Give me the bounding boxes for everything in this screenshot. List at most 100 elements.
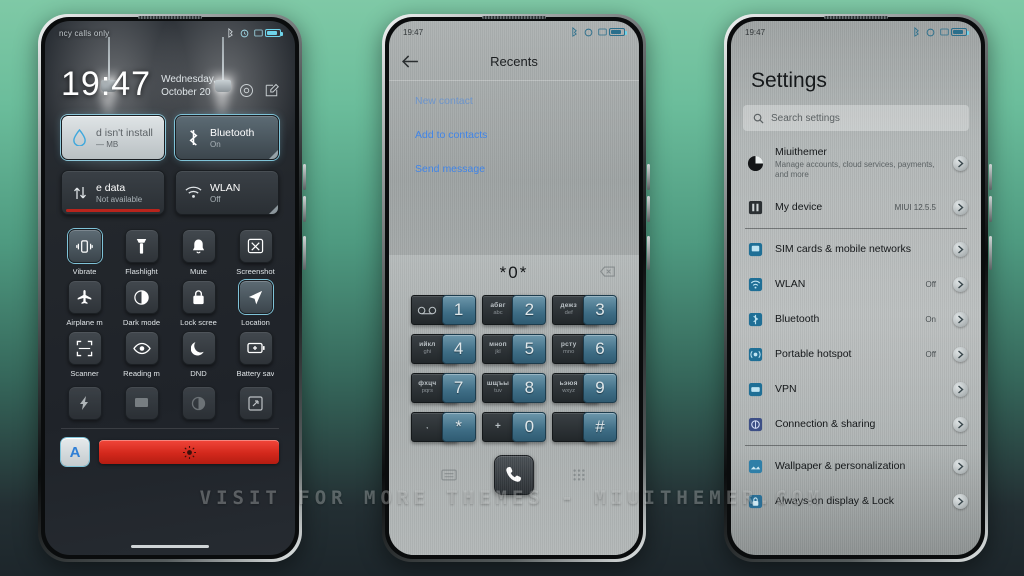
settings-list: Miuithemer Manage accounts, cloud servic… [731, 137, 981, 519]
vibrate-icon [67, 229, 102, 263]
key-3[interactable]: дежз def 3 [552, 295, 617, 325]
row-label: Portable hotspot [775, 348, 852, 361]
key-hash[interactable]: # [552, 412, 617, 442]
tile-mobile-data[interactable]: e data Not available [61, 170, 165, 215]
volume-down-button[interactable] [303, 196, 306, 222]
qs-label: Reading m [123, 369, 160, 378]
lockscreen-clock-row: 19:47 Wednesday, October 20 [45, 45, 295, 101]
qs-label: Airplane m [66, 318, 103, 327]
key-digit: 0 [512, 412, 547, 442]
chevron-right-icon [953, 416, 968, 432]
screenshot-icon [598, 28, 607, 36]
key-5[interactable]: мноп jkl 5 [481, 334, 547, 364]
qs-dnd[interactable]: DND [171, 331, 226, 378]
key-2[interactable]: абвг abc 2 [481, 295, 547, 325]
phone-control-center: ncy calls only 19:47 Wednesday, October … [38, 14, 306, 562]
qs-cast[interactable] [114, 386, 169, 420]
search-input[interactable]: Search settings [743, 105, 969, 131]
carrier-label: ncy calls only [59, 28, 110, 38]
qs-dark-mode[interactable]: Dark mode [114, 280, 169, 327]
call-button[interactable] [493, 455, 534, 495]
qs-reading-mode[interactable]: Reading m [114, 331, 169, 378]
dialed-number[interactable]: *0* [500, 263, 529, 283]
tile-sub: — MB [96, 139, 119, 149]
qs-scanner[interactable]: Scanner [57, 331, 112, 378]
volume-down-button[interactable] [989, 196, 992, 222]
settings-row-wlan[interactable]: WLAN Off [731, 267, 981, 302]
bolt-icon [67, 386, 102, 420]
key-cyrillic: дежз [560, 302, 577, 310]
qs-battery-saver[interactable]: Battery sav [228, 331, 283, 378]
settings-gear-icon[interactable] [239, 83, 254, 98]
auto-brightness-button[interactable]: A [61, 438, 89, 466]
settings-row-bluetooth[interactable]: Bluetooth On [731, 302, 981, 337]
action-send-message[interactable]: Send message [415, 163, 613, 175]
page-title: Settings [751, 69, 827, 92]
flashlight-icon [124, 229, 159, 263]
settings-row-aod-lock[interactable]: Always-on display & Lock [731, 484, 981, 519]
qs-label: Mute [190, 267, 207, 276]
volume-up-button[interactable] [989, 164, 992, 190]
backspace-icon[interactable] [600, 266, 615, 277]
volume-up-button[interactable] [647, 164, 650, 190]
tile-mobile-data-usage[interactable]: d isn't install — MB [61, 115, 165, 160]
earpiece-speaker-icon [824, 16, 888, 19]
power-button[interactable] [303, 236, 306, 270]
key-6[interactable]: рсту mno 6 [552, 334, 617, 364]
bell-icon [181, 229, 216, 263]
tile-title: Bluetooth [210, 126, 255, 139]
settings-row-sim-cards[interactable]: SIM cards & mobile networks [731, 232, 981, 267]
qs-screenshot[interactable]: Screenshot [228, 229, 283, 276]
lock-icon [181, 280, 216, 314]
data-drop-icon [71, 129, 88, 146]
qs-expand[interactable] [228, 386, 283, 420]
key-1[interactable]: 1 [411, 295, 476, 325]
qs-label: Screenshot [236, 267, 275, 276]
settings-row-wallpaper[interactable]: Wallpaper & personalization [731, 449, 981, 484]
key-cyrillic: ьэюя [559, 380, 578, 388]
key-digit: 6 [582, 334, 617, 364]
key-4[interactable]: ийкл ghi 4 [411, 334, 476, 364]
tile-bluetooth[interactable]: Bluetooth On [175, 115, 279, 160]
dialpad-icon[interactable] [571, 468, 587, 482]
chevron-right-icon [953, 381, 968, 397]
account-avatar-icon [747, 155, 764, 172]
tile-wlan[interactable]: WLAN Off [175, 170, 279, 215]
key-0[interactable]: +0 [481, 412, 547, 442]
key-9[interactable]: ьэюя wxyz 9 [552, 373, 617, 403]
bluetooth-icon [228, 28, 234, 38]
edit-icon[interactable] [264, 83, 279, 98]
power-button[interactable] [989, 236, 992, 270]
qs-vibrate[interactable]: Vibrate [57, 229, 112, 276]
key-star[interactable]: , * [411, 412, 476, 442]
key-digit: 9 [582, 373, 617, 403]
tile-disabled-bar [66, 209, 160, 212]
qs-airplane[interactable]: Airplane m [57, 280, 112, 327]
qs-bolt[interactable] [57, 386, 112, 420]
action-new-contact[interactable]: New contact [415, 95, 613, 107]
quick-settings-grid: Vibrate Flashlight Mute Screenshot Airpl… [45, 215, 295, 378]
settings-row-connection-sharing[interactable]: Connection & sharing [731, 407, 981, 442]
settings-row-hotspot[interactable]: Portable hotspot Off [731, 337, 981, 372]
brightness-slider[interactable] [99, 440, 279, 464]
qs-sync[interactable] [171, 386, 226, 420]
screenshot-icon [940, 28, 949, 36]
tile-sub: Not available [96, 194, 143, 204]
volume-down-button[interactable] [647, 196, 650, 222]
settings-row-account[interactable]: Miuithemer Manage accounts, cloud servic… [731, 137, 981, 190]
qs-mute[interactable]: Mute [171, 229, 226, 276]
row-value: MIUI 12.5.5 [894, 202, 936, 212]
key-7[interactable]: фхцч pqrs 7 [411, 373, 476, 403]
qs-lock-screen[interactable]: Lock scree [171, 280, 226, 327]
volume-up-button[interactable] [303, 164, 306, 190]
qs-location[interactable]: Location [228, 280, 283, 327]
row-sub: Manage accounts, cloud services, payment… [775, 160, 935, 180]
keyboard-icon[interactable] [441, 468, 458, 482]
qs-flashlight[interactable]: Flashlight [114, 229, 169, 276]
key-8[interactable]: шщъы tuv 8 [481, 373, 547, 403]
action-add-to-contacts[interactable]: Add to contacts [415, 129, 613, 141]
power-button[interactable] [647, 236, 650, 270]
settings-row-vpn[interactable]: VPN [731, 372, 981, 407]
settings-row-my-device[interactable]: My device MIUI 12.5.5 [731, 190, 981, 225]
phone-settings: 19:47 Settings Search settings Miuitheme… [724, 14, 992, 562]
